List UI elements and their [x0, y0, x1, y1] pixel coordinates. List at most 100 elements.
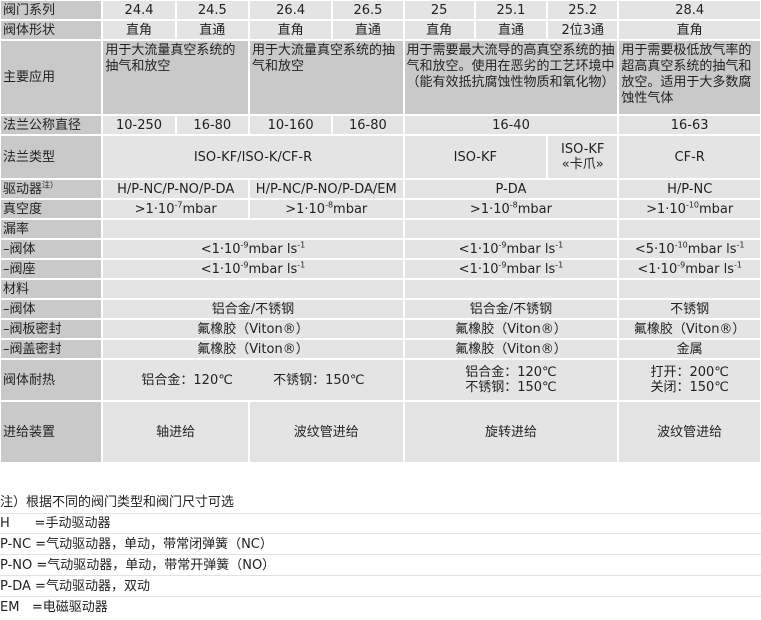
vacuum-exponent: -10: [685, 200, 700, 210]
row-material-body: –阀体 铝合金/不锈钢 铝合金/不锈钢 不锈钢: [1, 300, 760, 318]
heat-open: 打开：200℃: [650, 365, 729, 380]
empty-cell: [619, 220, 760, 238]
heat-cell: 铝合金：120℃ 不锈钢：150℃: [103, 360, 403, 400]
footnote-line: P-NC =气动驱动器，单动，带常闭弹簧（NC）: [0, 537, 273, 552]
leak-seat-cell: <1·10-9mbar ls-1: [404, 260, 618, 278]
feed-cell: 轴进给: [103, 402, 248, 462]
row-label-leak-seat: –阀座: [1, 260, 102, 278]
vacuum-mantissa: >1·10: [469, 201, 510, 217]
heat-cell: 打开：200℃ 关闭：150℃: [619, 360, 760, 400]
row-label-actuator: 驱动器注）: [1, 180, 102, 198]
feed-cell: 波纹管进给: [249, 402, 403, 462]
leak-unit-exponent: -1: [733, 260, 742, 270]
divider: [0, 575, 761, 576]
row-flange: 法兰类型 ISO-KF/ISO-K/CF-R ISO-KF ISO-KF «卡爪…: [1, 136, 760, 178]
heat-closed: 关闭：150℃: [650, 380, 729, 395]
footnote-line: P-NO =气动驱动器，单动，带常开弹簧（NO）: [0, 558, 276, 573]
material-plate-cell: 氟橡胶（Viton®）: [103, 320, 403, 338]
leak-unit: mbar ls: [685, 261, 734, 277]
empty-cell: [404, 280, 618, 298]
row-material-bonnet: –阀盖密封 氟橡胶（Viton®） 氟橡胶（Viton®） 金属: [1, 340, 760, 358]
actuator-cell: H/P-NC: [619, 180, 760, 198]
leak-body-cell: <1·10-9mbar ls-1: [103, 240, 403, 258]
leak-seat-cell: <1·10-9mbar ls-1: [619, 260, 760, 278]
row-label-material-body: –阀体: [1, 300, 102, 318]
heat-cell: 铝合金：120℃ 不锈钢：150℃: [404, 360, 618, 400]
application-cell: 用于大流量真空系统的抽气和放空: [103, 41, 248, 114]
actuator-cell: P-DA: [404, 180, 618, 198]
series-cell: 25.2: [548, 1, 618, 19]
material-bonnet-cell: 氟橡胶（Viton®）: [404, 340, 618, 358]
vacuum-mantissa: >1·10: [134, 201, 175, 217]
shape-cell: 直通: [333, 21, 403, 39]
actuator-note-mark: 注）: [42, 180, 59, 190]
nominal-cell: 16-63: [619, 116, 760, 134]
material-bonnet-cell: 金属: [619, 340, 760, 358]
spec-table: 阀门系列 24.4 24.5 26.4 26.5 25 25.1 25.2 28…: [0, 0, 761, 464]
feed-cell: 波纹管进给: [619, 402, 760, 462]
row-heat: 阀体耐热 铝合金：120℃ 不锈钢：150℃ 铝合金：120℃ 不锈钢：150℃…: [1, 360, 760, 400]
material-plate-cell: 氟橡胶（Viton®）: [619, 320, 760, 338]
leak-unit: mbar ls: [506, 241, 556, 257]
series-cell: 26.5: [333, 1, 403, 19]
row-label-flange: 法兰类型: [1, 136, 102, 178]
flange-clamp-type: ISO-KF: [561, 142, 605, 157]
leak-exponent: -9: [240, 260, 249, 270]
shape-cell: 直通: [475, 21, 547, 39]
row-vacuum: 真空度 >1·10-7mbar >1·10-8mbar >1·10-8mbar …: [1, 200, 760, 218]
row-leak-header: 漏率: [1, 220, 760, 238]
leak-unit-exponent: -1: [297, 240, 306, 250]
nominal-cell: 16-80: [176, 116, 248, 134]
shape-cell: 2位3通: [548, 21, 618, 39]
row-label-leak-body: –阀体: [1, 240, 102, 258]
material-body-cell: 不锈钢: [619, 300, 760, 318]
application-cell: 用于需要极低放气率的超高真空系统的抽气和放空。适用于大多数腐蚀性气体: [619, 41, 760, 114]
flange-clamp-note: «卡爪»: [561, 157, 604, 172]
flange-cell: CF-R: [619, 136, 760, 178]
vacuum-cell: >1·10-8mbar: [404, 200, 618, 218]
series-cell: 24.5: [176, 1, 248, 19]
shape-cell: 直通: [176, 21, 248, 39]
row-material-header: 材料: [1, 280, 760, 298]
footnote-line: EM =电磁驱动器: [0, 600, 108, 615]
empty-cell: [404, 220, 618, 238]
vacuum-mantissa: >1·10: [285, 201, 326, 217]
series-cell: 25: [404, 1, 474, 19]
leak-exponent: -10: [674, 240, 688, 250]
vacuum-unit: mbar: [182, 201, 217, 217]
leak-exponent: -9: [498, 260, 507, 270]
row-leak-body: –阀体 <1·10-9mbar ls-1 <1·10-9mbar ls-1 <5…: [1, 240, 760, 258]
leak-mantissa: <1·10: [458, 261, 499, 277]
divider: [0, 554, 761, 555]
leak-unit: mbar ls: [687, 241, 737, 257]
leak-body-cell: <5·10-10mbar ls-1: [619, 240, 760, 258]
row-shape: 阀体形状 直角 直通 直角 直通 直角 直通 2位3通 直角: [1, 21, 760, 39]
divider: [0, 513, 761, 514]
actuator-label: 驱动器: [3, 181, 43, 197]
row-feed: 进给装置 轴进给 波纹管进给 旋转进给 波纹管进给: [1, 402, 760, 462]
divider: [0, 533, 761, 534]
leak-exponent: -9: [498, 240, 507, 250]
footnote-line: P-DA =气动驱动器，双动: [0, 579, 150, 594]
leak-unit: mbar ls: [506, 261, 556, 277]
row-label-nominal: 法兰公称直径: [1, 116, 102, 134]
vacuum-mantissa: >1·10: [646, 201, 686, 217]
leak-body-cell: <1·10-9mbar ls-1: [404, 240, 618, 258]
material-plate-cell: 氟橡胶（Viton®）: [404, 320, 618, 338]
material-body-cell: 铝合金/不锈钢: [404, 300, 618, 318]
empty-cell: [103, 280, 403, 298]
row-label-heat: 阀体耐热: [1, 360, 102, 400]
application-cell: 用于需要最大流导的高真空系统的抽气和放空。使用在恶劣的工艺环境中（能有效抵抗腐蚀…: [404, 41, 618, 114]
leak-unit: mbar ls: [248, 241, 298, 257]
material-body-cell: 铝合金/不锈钢: [103, 300, 403, 318]
divider: [0, 596, 761, 597]
leak-exponent: -9: [240, 240, 249, 250]
leak-unit-exponent: -1: [297, 260, 306, 270]
leak-unit-exponent: -1: [555, 240, 564, 250]
flange-cell: ISO-KF/ISO-K/CF-R: [103, 136, 403, 178]
flange-cell: ISO-KF: [404, 136, 547, 178]
series-cell: 24.4: [103, 1, 175, 19]
leak-unit-exponent: -1: [555, 260, 564, 270]
heat-aluminium: 铝合金：120℃: [465, 365, 557, 380]
leak-unit: mbar ls: [248, 261, 298, 277]
